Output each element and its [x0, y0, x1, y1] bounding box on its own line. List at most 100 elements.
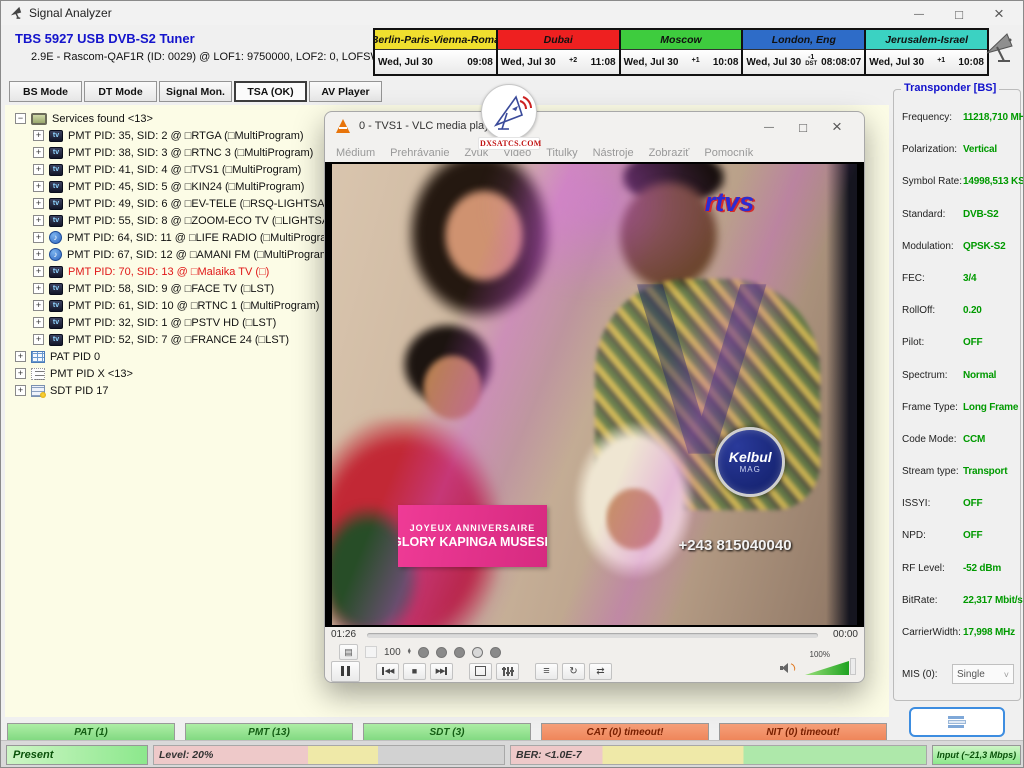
- transponder-row: BitRate: 22,317 Mbit/s: [902, 587, 1018, 619]
- expand-icon[interactable]: [33, 147, 44, 158]
- service-label: PMT PID: 70, SID: 13 @ □Malaika TV (□): [68, 266, 269, 278]
- expand-icon[interactable]: [33, 215, 44, 226]
- volume-control[interactable]: 100%: [780, 652, 856, 676]
- service-type-icon: [49, 334, 63, 346]
- expand-icon[interactable]: [15, 385, 26, 396]
- close-icon[interactable]: [979, 1, 1019, 27]
- mis-label: MIS (0):: [902, 669, 938, 680]
- dxsatcs-caption: DXSATCS.COM: [478, 137, 540, 150]
- clock-date: Wed, Jul 30: [624, 57, 679, 68]
- vlc-menu-item[interactable]: Prehrávanie: [390, 147, 449, 159]
- status-bar: Present Level: 20% BER: <1.0E-7 Input (~…: [1, 740, 1023, 767]
- mode-tab[interactable]: AV Player: [309, 81, 382, 102]
- loop-button[interactable]: [562, 663, 585, 680]
- app-dish-icon: [9, 5, 24, 20]
- volume-endbar: [850, 658, 856, 675]
- expand-icon[interactable]: [15, 368, 26, 379]
- expand-icon[interactable]: [33, 232, 44, 243]
- expand-icon[interactable]: [33, 300, 44, 311]
- transponder-row: ISSYI: OFF: [902, 490, 1018, 522]
- status-dot-icon: [490, 647, 501, 658]
- transponder-label: Stream type:: [902, 466, 959, 477]
- clock-date: Wed, Jul 30: [378, 57, 433, 68]
- expand-icon[interactable]: [33, 198, 44, 209]
- clock-column: Moscow Wed, Jul 30 +1 10:08: [621, 30, 744, 74]
- chevron-down-icon: [1004, 665, 1009, 683]
- vlc-menu-item[interactable]: Médium: [336, 147, 375, 159]
- service-label: PMT PID: 61, SID: 10 @ □RTNC 1 (□MultiPr…: [68, 300, 319, 312]
- expand-icon[interactable]: [33, 317, 44, 328]
- clock-column: Berlin-Paris-Vienna-Roma Wed, Jul 30 09:…: [375, 30, 498, 74]
- clock-city: London, Eng: [743, 30, 864, 50]
- expand-icon[interactable]: [33, 181, 44, 192]
- vlc-menu-item[interactable]: Nástroje: [593, 147, 634, 159]
- clock-column: Dubai Wed, Jul 30 +2 11:08: [498, 30, 621, 74]
- collapse-icon[interactable]: [15, 113, 26, 124]
- pid-label: PMT PID X <13>: [50, 368, 133, 380]
- service-type-icon: [49, 164, 63, 176]
- vlc-close-icon[interactable]: [820, 114, 854, 140]
- mode-tab[interactable]: TSA (OK): [234, 81, 307, 102]
- volume-slider[interactable]: [805, 661, 849, 675]
- ber-meter: BER: <1.0E-7: [510, 745, 927, 765]
- phone-number: +243 815040040: [679, 537, 792, 554]
- seek-slider[interactable]: [367, 633, 818, 638]
- transponder-value: Long Frame: [963, 402, 1018, 413]
- table-view-button[interactable]: [909, 707, 1005, 737]
- frame-step-icon[interactable]: [339, 644, 358, 660]
- pid-table-icon: [31, 368, 45, 380]
- mode-tab[interactable]: BS Mode: [9, 81, 82, 102]
- expand-icon[interactable]: [33, 283, 44, 294]
- pid-label: PAT PID 0: [50, 351, 100, 363]
- input-bitrate-indicator: Input (~21,3 Mbps): [932, 745, 1021, 765]
- playlist-button[interactable]: [535, 663, 558, 680]
- vlc-menu-item[interactable]: Titulky: [546, 147, 577, 159]
- fullscreen-button[interactable]: [469, 663, 492, 680]
- stop-button[interactable]: [403, 663, 426, 680]
- expand-icon[interactable]: [33, 334, 44, 345]
- next-button[interactable]: [430, 663, 453, 680]
- vlc-menu-item[interactable]: Zobraziť: [649, 147, 690, 159]
- service-type-icon: [49, 231, 62, 244]
- tuner-title: TBS 5927 USB DVB-S2 Tuner: [15, 31, 195, 46]
- vlc-minimize-icon[interactable]: [752, 114, 786, 140]
- transponder-panel: Transponder [BS] Frequency: 11218,710 MH…: [893, 89, 1021, 701]
- transponder-label: Standard:: [902, 209, 945, 220]
- status-dot-icon: [472, 647, 483, 658]
- vlc-title-bar[interactable]: 0 - TVS1 - VLC media player: [325, 112, 864, 142]
- loop-checkbox[interactable]: [365, 646, 377, 658]
- transponder-row: FEC: 3/4: [902, 265, 1018, 297]
- clock-city: Jerusalem-Israel: [866, 30, 987, 50]
- clock-city: Moscow: [621, 30, 742, 50]
- maximize-icon[interactable]: [939, 1, 979, 27]
- banner-line1: JOYEUX ANNIVERSAIRE: [410, 523, 536, 533]
- mode-tab[interactable]: Signal Mon.: [159, 81, 232, 102]
- service-label: PMT PID: 49, SID: 6 @ □EV-TELE (□RSQ-LIG…: [68, 198, 334, 210]
- service-type-icon: [49, 130, 63, 142]
- world-clocks: Berlin-Paris-Vienna-Roma Wed, Jul 30 09:…: [373, 28, 989, 76]
- service-type-icon: [49, 283, 63, 295]
- mode-tabs: BS ModeDT ModeSignal Mon.TSA (OK)AV Play…: [9, 81, 382, 102]
- mis-dropdown[interactable]: Single: [952, 664, 1014, 684]
- volume-percent: 100%: [810, 650, 830, 659]
- expand-icon[interactable]: [33, 164, 44, 175]
- expand-icon[interactable]: [33, 249, 44, 260]
- expand-icon[interactable]: [15, 351, 26, 362]
- previous-button[interactable]: [376, 663, 399, 680]
- mode-tab[interactable]: DT Mode: [84, 81, 157, 102]
- pause-button[interactable]: [331, 661, 360, 682]
- time-elapsed: 01:26: [331, 629, 356, 640]
- shuffle-button[interactable]: [589, 663, 612, 680]
- service-label: PMT PID: 45, SID: 5 @ □KIN24 (□MultiProg…: [68, 181, 304, 193]
- expand-icon[interactable]: [33, 266, 44, 277]
- extended-settings-button[interactable]: [496, 663, 519, 680]
- service-type-icon: [49, 215, 63, 227]
- expand-icon[interactable]: [33, 130, 44, 141]
- service-label: PMT PID: 67, SID: 12 @ □AMANI FM (□Multi…: [67, 249, 333, 261]
- transponder-row: RF Level: -52 dBm: [902, 555, 1018, 587]
- minimize-icon[interactable]: [899, 1, 939, 27]
- vlc-video-area[interactable]: rtvs JOYEUX ANNIVERSAIRE GLORY KAPINGA M…: [325, 162, 864, 627]
- vlc-menu-item[interactable]: Pomocník: [704, 147, 753, 159]
- speed-stepper[interactable]: [408, 649, 411, 655]
- vlc-maximize-icon[interactable]: [786, 114, 820, 140]
